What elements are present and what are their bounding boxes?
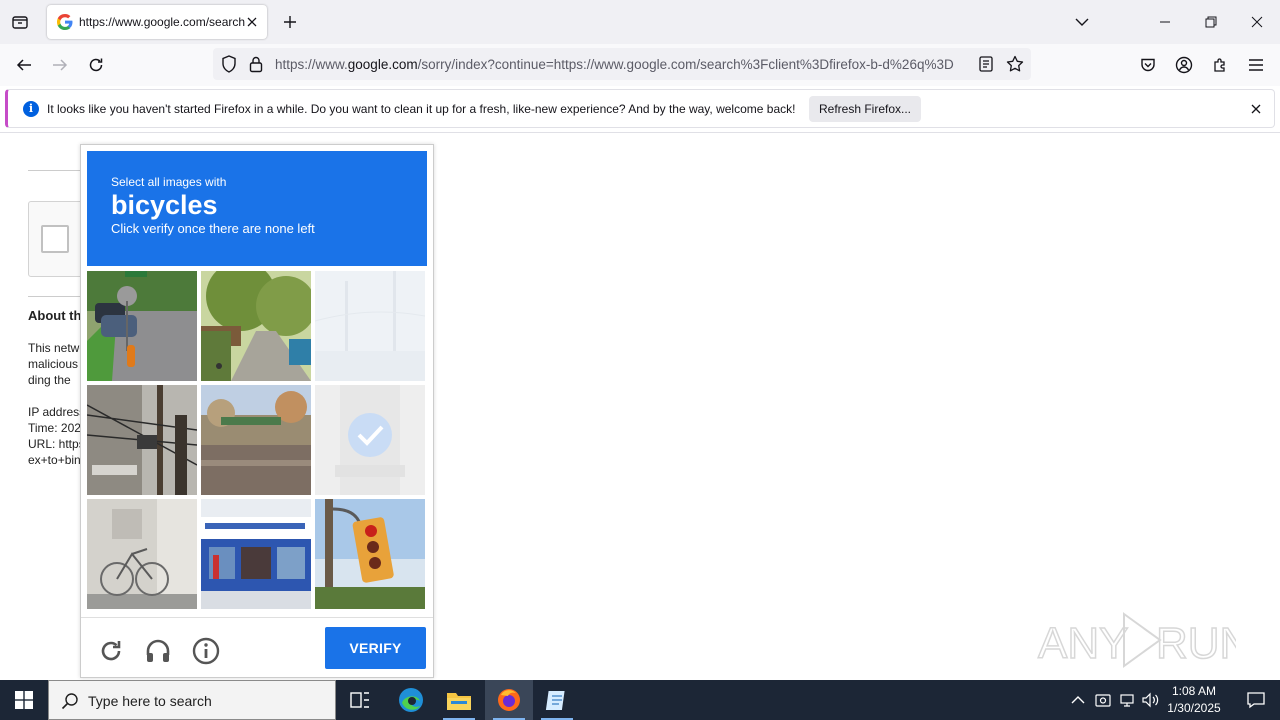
firefox-taskbar-icon[interactable] bbox=[485, 680, 533, 720]
tab-title: https://www.google.com/search?client=fir… bbox=[79, 15, 245, 29]
page-divider bbox=[28, 170, 88, 171]
url-domain: google.com bbox=[347, 57, 418, 72]
captcha-challenge-dialog: Select all images with bicycles Click ve… bbox=[80, 144, 434, 678]
notification-close-icon[interactable] bbox=[1248, 101, 1264, 117]
audio-challenge-icon[interactable] bbox=[140, 633, 176, 669]
image-tile-1[interactable] bbox=[87, 271, 197, 381]
page-divider bbox=[28, 296, 88, 297]
tab-list-icon[interactable] bbox=[8, 10, 32, 34]
browser-tab[interactable]: https://www.google.com/search?client=fir… bbox=[47, 5, 267, 39]
toolbar-divider bbox=[0, 132, 1280, 133]
task-view-icon[interactable] bbox=[336, 680, 384, 720]
challenge-footer-divider bbox=[81, 617, 433, 618]
meet-now-icon[interactable] bbox=[1093, 690, 1113, 710]
page-info-line: ex+to+bin bbox=[28, 453, 80, 467]
search-placeholder: Type here to search bbox=[88, 693, 212, 709]
forward-arrow-icon[interactable] bbox=[47, 52, 73, 78]
search-icon bbox=[61, 692, 79, 715]
challenge-hint: Click verify once there are none left bbox=[111, 221, 315, 236]
anyrun-watermark: ANY RUN bbox=[1036, 608, 1252, 672]
help-info-icon[interactable] bbox=[188, 633, 224, 669]
tray-chevron-up-icon[interactable] bbox=[1068, 690, 1088, 710]
reload-challenge-icon[interactable] bbox=[93, 633, 129, 669]
image-tile-7[interactable] bbox=[87, 499, 197, 609]
close-window-icon[interactable] bbox=[1243, 8, 1271, 36]
extensions-icon[interactable] bbox=[1207, 52, 1233, 78]
back-arrow-icon[interactable] bbox=[11, 52, 37, 78]
google-favicon-icon bbox=[57, 14, 73, 30]
lock-icon[interactable] bbox=[249, 55, 263, 78]
clock-time: 1:08 AM bbox=[1171, 684, 1217, 698]
info-icon: i bbox=[23, 101, 39, 117]
file-explorer-icon[interactable] bbox=[435, 680, 483, 720]
recaptcha-checkbox[interactable] bbox=[41, 225, 69, 253]
notepad-icon[interactable] bbox=[533, 680, 581, 720]
page-info-line[interactable]: URL: https bbox=[28, 436, 80, 452]
account-icon[interactable] bbox=[1171, 52, 1197, 78]
volume-icon[interactable] bbox=[1141, 690, 1161, 710]
page-paragraph-line: ding the bbox=[28, 373, 71, 387]
page-info-line: Time: 2025 bbox=[28, 421, 80, 435]
navigation-toolbar: https://www.google.com/sorry/index?conti… bbox=[0, 44, 1280, 86]
verify-button[interactable]: VERIFY bbox=[325, 627, 426, 669]
image-tile-6-selected[interactable] bbox=[315, 385, 425, 495]
taskbar-search-box[interactable]: Type here to search bbox=[48, 680, 336, 720]
url-prefix: https://www. bbox=[275, 57, 348, 72]
bookmark-star-icon[interactable] bbox=[1006, 55, 1024, 78]
image-tile-8[interactable] bbox=[201, 499, 311, 609]
reader-view-icon[interactable] bbox=[979, 56, 993, 77]
challenge-prompt: Select all images with bbox=[111, 175, 227, 189]
network-icon[interactable] bbox=[1117, 690, 1137, 710]
watermark-text: ANY bbox=[1038, 619, 1128, 668]
challenge-header: Select all images with bicycles Click ve… bbox=[87, 151, 427, 266]
tab-close-icon[interactable] bbox=[243, 13, 261, 31]
notification-text: It looks like you haven't started Firefo… bbox=[47, 102, 796, 116]
url-text[interactable]: https://www.google.com/sorry/index?conti… bbox=[275, 57, 975, 72]
minimize-icon[interactable] bbox=[1151, 8, 1179, 36]
tracking-shield-icon[interactable] bbox=[221, 55, 237, 78]
new-tab-icon[interactable] bbox=[279, 11, 301, 33]
list-all-tabs-icon[interactable] bbox=[1068, 8, 1096, 36]
windows-start-icon[interactable] bbox=[0, 680, 48, 720]
image-tile-2[interactable] bbox=[201, 271, 311, 381]
pocket-icon[interactable] bbox=[1135, 52, 1161, 78]
tab-strip: https://www.google.com/search?client=fir… bbox=[0, 0, 1280, 44]
page-paragraph-line: This network bbox=[28, 341, 80, 355]
image-tile-3-faded[interactable] bbox=[315, 271, 425, 381]
page-heading: About this page bbox=[28, 308, 80, 323]
action-center-icon[interactable] bbox=[1232, 680, 1280, 720]
image-tile-5[interactable] bbox=[201, 385, 311, 495]
refresh-firefox-button[interactable]: Refresh Firefox... bbox=[809, 96, 921, 122]
url-path: /sorry/index?continue=https://www.google… bbox=[417, 57, 954, 72]
image-tile-4[interactable] bbox=[87, 385, 197, 495]
menu-hamburger-icon[interactable] bbox=[1243, 52, 1269, 78]
edge-browser-icon[interactable] bbox=[387, 680, 435, 720]
address-bar[interactable]: https://www.google.com/sorry/index?conti… bbox=[213, 48, 1031, 80]
windows-taskbar: Type here to search 1:08 AM 1/30/2025 bbox=[0, 680, 1280, 720]
image-tile-9[interactable] bbox=[315, 499, 425, 609]
reload-icon[interactable] bbox=[83, 52, 109, 78]
page-info-line: IP address bbox=[28, 405, 80, 419]
refresh-firefox-notification: i It looks like you haven't started Fire… bbox=[5, 89, 1275, 128]
svg-text:RUN: RUN bbox=[1156, 619, 1236, 668]
clock-date: 1/30/2025 bbox=[1167, 701, 1221, 715]
page-paragraph-line: malicious bbox=[28, 357, 79, 371]
recaptcha-widget bbox=[28, 201, 88, 277]
taskbar-clock[interactable]: 1:08 AM 1/30/2025 bbox=[1166, 683, 1222, 717]
restore-icon[interactable] bbox=[1197, 8, 1225, 36]
challenge-target: bicycles bbox=[111, 190, 218, 220]
